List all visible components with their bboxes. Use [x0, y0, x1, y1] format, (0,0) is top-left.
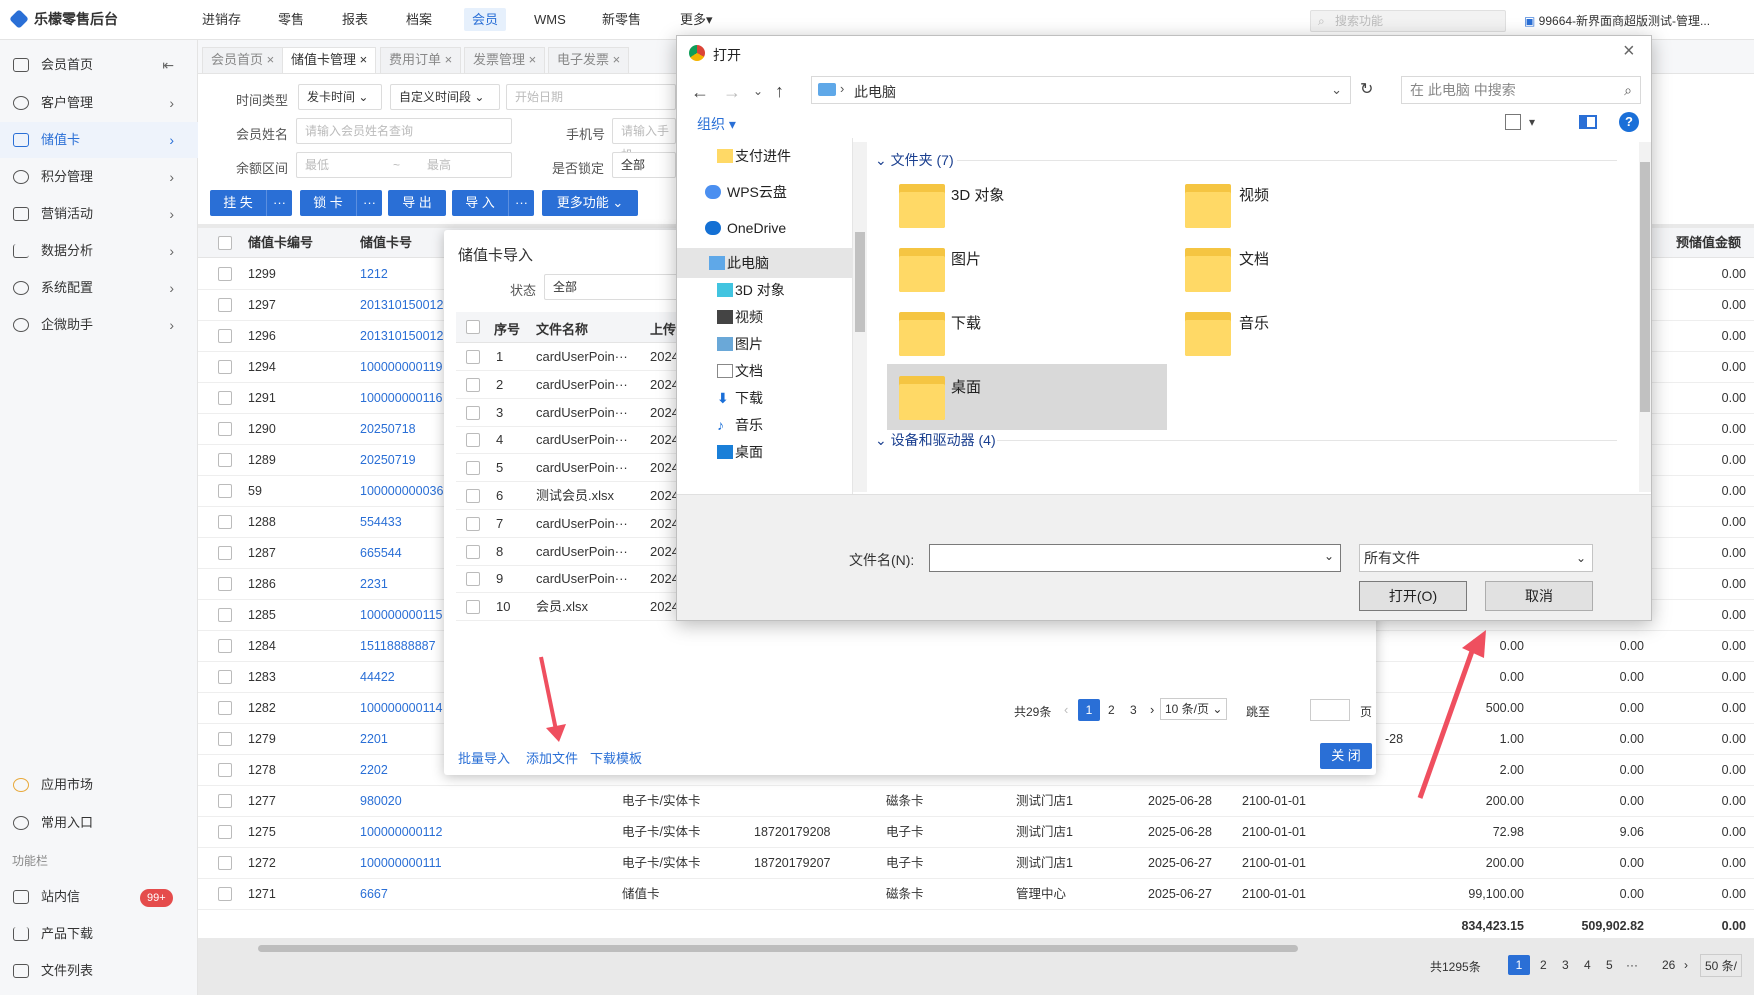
- arrow-head: [546, 724, 566, 742]
- arrow-head: [1462, 630, 1486, 658]
- arrow-to-open-button: [1417, 639, 1479, 799]
- annotation-arrows: [539, 630, 1486, 799]
- arrow-to-add-file: [539, 656, 558, 731]
